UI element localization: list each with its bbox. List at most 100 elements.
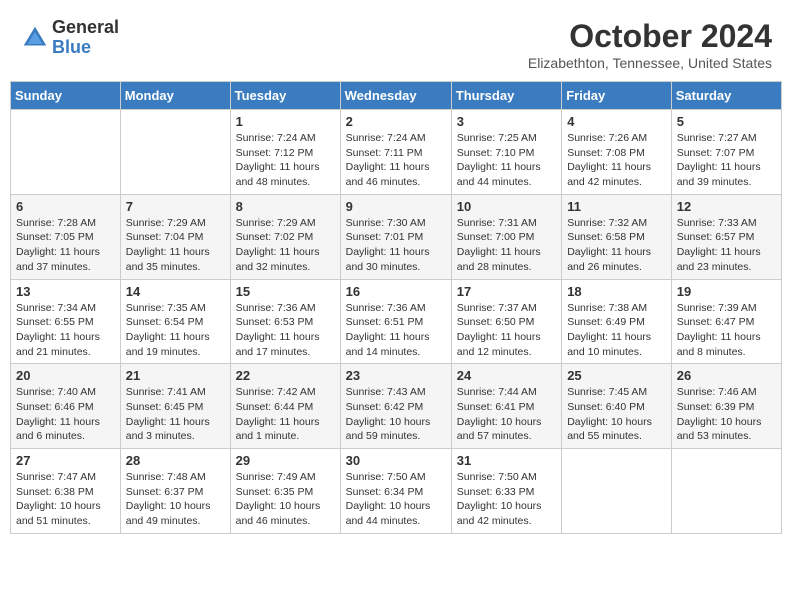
title-block: October 2024 Elizabethton, Tennessee, Un… bbox=[528, 18, 772, 71]
calendar-cell: 20Sunrise: 7:40 AM Sunset: 6:46 PM Dayli… bbox=[11, 364, 121, 449]
calendar-week-row: 27 Sunrise: 7:47 AM Sunset: 6:38 PM Dayli… bbox=[11, 449, 782, 534]
calendar-cell: 27 Sunrise: 7:47 AM Sunset: 6:38 PM Dayli… bbox=[11, 449, 121, 534]
day-detail: Sunrise: 7:37 AM Sunset: 6:50 PM Dayligh… bbox=[457, 301, 556, 360]
calendar-cell bbox=[671, 449, 781, 534]
calendar-cell: 1 Sunrise: 7:24 AM Sunset: 7:12 PM Daylig… bbox=[230, 110, 340, 195]
day-number: 31 bbox=[457, 453, 556, 468]
calendar-cell: 11 Sunrise: 7:32 AM Sunset: 6:58 PM Dayli… bbox=[562, 194, 672, 279]
day-number: 25 bbox=[567, 368, 666, 383]
calendar-week-row: 20Sunrise: 7:40 AM Sunset: 6:46 PM Dayli… bbox=[11, 364, 782, 449]
day-number: 24 bbox=[457, 368, 556, 383]
day-detail: Sunrise: 7:44 AM Sunset: 6:41 PM Dayligh… bbox=[457, 385, 556, 444]
calendar-table: SundayMondayTuesdayWednesdayThursdayFrid… bbox=[10, 81, 782, 534]
day-detail: Sunrise: 7:36 AM Sunset: 6:53 PM Dayligh… bbox=[236, 301, 335, 360]
day-detail: Sunrise: 7:33 AM Sunset: 6:57 PM Dayligh… bbox=[677, 216, 776, 275]
calendar-cell: 19 Sunrise: 7:39 AM Sunset: 6:47 PM Dayli… bbox=[671, 279, 781, 364]
calendar-cell: 7 Sunrise: 7:29 AM Sunset: 7:04 PM Daylig… bbox=[120, 194, 230, 279]
day-detail: Sunrise: 7:29 AM Sunset: 7:04 PM Dayligh… bbox=[126, 216, 225, 275]
calendar-week-row: 6 Sunrise: 7:28 AM Sunset: 7:05 PM Daylig… bbox=[11, 194, 782, 279]
day-number: 11 bbox=[567, 199, 666, 214]
logo-icon bbox=[20, 23, 50, 53]
calendar-cell: 26 Sunrise: 7:46 AM Sunset: 6:39 PM Dayli… bbox=[671, 364, 781, 449]
calendar-cell: 4Sunrise: 7:26 AM Sunset: 7:08 PM Daylig… bbox=[562, 110, 672, 195]
calendar-cell: 9 Sunrise: 7:30 AM Sunset: 7:01 PM Daylig… bbox=[340, 194, 451, 279]
calendar-cell bbox=[120, 110, 230, 195]
calendar-cell: 30Sunrise: 7:50 AM Sunset: 6:34 PM Dayli… bbox=[340, 449, 451, 534]
day-of-week-header: Monday bbox=[120, 82, 230, 110]
day-number: 21 bbox=[126, 368, 225, 383]
day-detail: Sunrise: 7:25 AM Sunset: 7:10 PM Dayligh… bbox=[457, 131, 556, 190]
day-number: 26 bbox=[677, 368, 776, 383]
calendar-cell bbox=[562, 449, 672, 534]
calendar-cell: 2Sunrise: 7:24 AM Sunset: 7:11 PM Daylig… bbox=[340, 110, 451, 195]
day-number: 7 bbox=[126, 199, 225, 214]
day-detail: Sunrise: 7:42 AM Sunset: 6:44 PM Dayligh… bbox=[236, 385, 335, 444]
calendar-cell: 6 Sunrise: 7:28 AM Sunset: 7:05 PM Daylig… bbox=[11, 194, 121, 279]
calendar-cell: 10Sunrise: 7:31 AM Sunset: 7:00 PM Dayli… bbox=[451, 194, 561, 279]
day-of-week-header: Friday bbox=[562, 82, 672, 110]
day-number: 18 bbox=[567, 284, 666, 299]
day-of-week-header: Thursday bbox=[451, 82, 561, 110]
day-detail: Sunrise: 7:32 AM Sunset: 6:58 PM Dayligh… bbox=[567, 216, 666, 275]
day-detail: Sunrise: 7:50 AM Sunset: 6:33 PM Dayligh… bbox=[457, 470, 556, 529]
day-number: 17 bbox=[457, 284, 556, 299]
day-detail: Sunrise: 7:36 AM Sunset: 6:51 PM Dayligh… bbox=[346, 301, 446, 360]
day-number: 28 bbox=[126, 453, 225, 468]
day-number: 12 bbox=[677, 199, 776, 214]
day-detail: Sunrise: 7:30 AM Sunset: 7:01 PM Dayligh… bbox=[346, 216, 446, 275]
calendar-week-row: 13 Sunrise: 7:34 AM Sunset: 6:55 PM Dayli… bbox=[11, 279, 782, 364]
calendar-cell: 21 Sunrise: 7:41 AM Sunset: 6:45 PM Dayli… bbox=[120, 364, 230, 449]
calendar-header-row: SundayMondayTuesdayWednesdayThursdayFrid… bbox=[11, 82, 782, 110]
day-number: 2 bbox=[346, 114, 446, 129]
calendar-cell: 24 Sunrise: 7:44 AM Sunset: 6:41 PM Dayli… bbox=[451, 364, 561, 449]
month-title: October 2024 bbox=[528, 18, 772, 55]
logo: General Blue bbox=[20, 18, 119, 58]
day-detail: Sunrise: 7:28 AM Sunset: 7:05 PM Dayligh… bbox=[16, 216, 115, 275]
calendar-cell: 8Sunrise: 7:29 AM Sunset: 7:02 PM Daylig… bbox=[230, 194, 340, 279]
day-number: 14 bbox=[126, 284, 225, 299]
day-number: 23 bbox=[346, 368, 446, 383]
day-detail: Sunrise: 7:46 AM Sunset: 6:39 PM Dayligh… bbox=[677, 385, 776, 444]
calendar-cell: 15 Sunrise: 7:36 AM Sunset: 6:53 PM Dayli… bbox=[230, 279, 340, 364]
day-detail: Sunrise: 7:41 AM Sunset: 6:45 PM Dayligh… bbox=[126, 385, 225, 444]
day-detail: Sunrise: 7:49 AM Sunset: 6:35 PM Dayligh… bbox=[236, 470, 335, 529]
day-detail: Sunrise: 7:26 AM Sunset: 7:08 PM Dayligh… bbox=[567, 131, 666, 190]
day-detail: Sunrise: 7:48 AM Sunset: 6:37 PM Dayligh… bbox=[126, 470, 225, 529]
day-number: 15 bbox=[236, 284, 335, 299]
calendar-cell: 17 Sunrise: 7:37 AM Sunset: 6:50 PM Dayli… bbox=[451, 279, 561, 364]
calendar-cell: 3Sunrise: 7:25 AM Sunset: 7:10 PM Daylig… bbox=[451, 110, 561, 195]
day-number: 13 bbox=[16, 284, 115, 299]
day-number: 1 bbox=[236, 114, 335, 129]
calendar-cell: 18 Sunrise: 7:38 AM Sunset: 6:49 PM Dayli… bbox=[562, 279, 672, 364]
logo-blue-text: Blue bbox=[52, 38, 119, 58]
day-detail: Sunrise: 7:39 AM Sunset: 6:47 PM Dayligh… bbox=[677, 301, 776, 360]
day-of-week-header: Tuesday bbox=[230, 82, 340, 110]
calendar-cell: 31 Sunrise: 7:50 AM Sunset: 6:33 PM Dayli… bbox=[451, 449, 561, 534]
calendar-cell: 23 Sunrise: 7:43 AM Sunset: 6:42 PM Dayli… bbox=[340, 364, 451, 449]
day-number: 29 bbox=[236, 453, 335, 468]
day-number: 6 bbox=[16, 199, 115, 214]
location-title: Elizabethton, Tennessee, United States bbox=[528, 55, 772, 71]
day-detail: Sunrise: 7:45 AM Sunset: 6:40 PM Dayligh… bbox=[567, 385, 666, 444]
day-of-week-header: Wednesday bbox=[340, 82, 451, 110]
day-number: 5 bbox=[677, 114, 776, 129]
day-detail: Sunrise: 7:34 AM Sunset: 6:55 PM Dayligh… bbox=[16, 301, 115, 360]
calendar-cell: 25 Sunrise: 7:45 AM Sunset: 6:40 PM Dayli… bbox=[562, 364, 672, 449]
day-number: 8 bbox=[236, 199, 335, 214]
day-detail: Sunrise: 7:47 AM Sunset: 6:38 PM Dayligh… bbox=[16, 470, 115, 529]
page-header: General Blue October 2024 Elizabethton, … bbox=[10, 10, 782, 75]
calendar-cell: 5 Sunrise: 7:27 AM Sunset: 7:07 PM Daylig… bbox=[671, 110, 781, 195]
calendar-cell: 14Sunrise: 7:35 AM Sunset: 6:54 PM Dayli… bbox=[120, 279, 230, 364]
day-number: 27 bbox=[16, 453, 115, 468]
day-number: 16 bbox=[346, 284, 446, 299]
day-number: 10 bbox=[457, 199, 556, 214]
calendar-cell: 28 Sunrise: 7:48 AM Sunset: 6:37 PM Dayli… bbox=[120, 449, 230, 534]
day-detail: Sunrise: 7:24 AM Sunset: 7:12 PM Dayligh… bbox=[236, 131, 335, 190]
day-number: 19 bbox=[677, 284, 776, 299]
day-detail: Sunrise: 7:27 AM Sunset: 7:07 PM Dayligh… bbox=[677, 131, 776, 190]
day-detail: Sunrise: 7:38 AM Sunset: 6:49 PM Dayligh… bbox=[567, 301, 666, 360]
day-detail: Sunrise: 7:40 AM Sunset: 6:46 PM Dayligh… bbox=[16, 385, 115, 444]
day-number: 9 bbox=[346, 199, 446, 214]
calendar-cell: 22Sunrise: 7:42 AM Sunset: 6:44 PM Dayli… bbox=[230, 364, 340, 449]
day-detail: Sunrise: 7:43 AM Sunset: 6:42 PM Dayligh… bbox=[346, 385, 446, 444]
